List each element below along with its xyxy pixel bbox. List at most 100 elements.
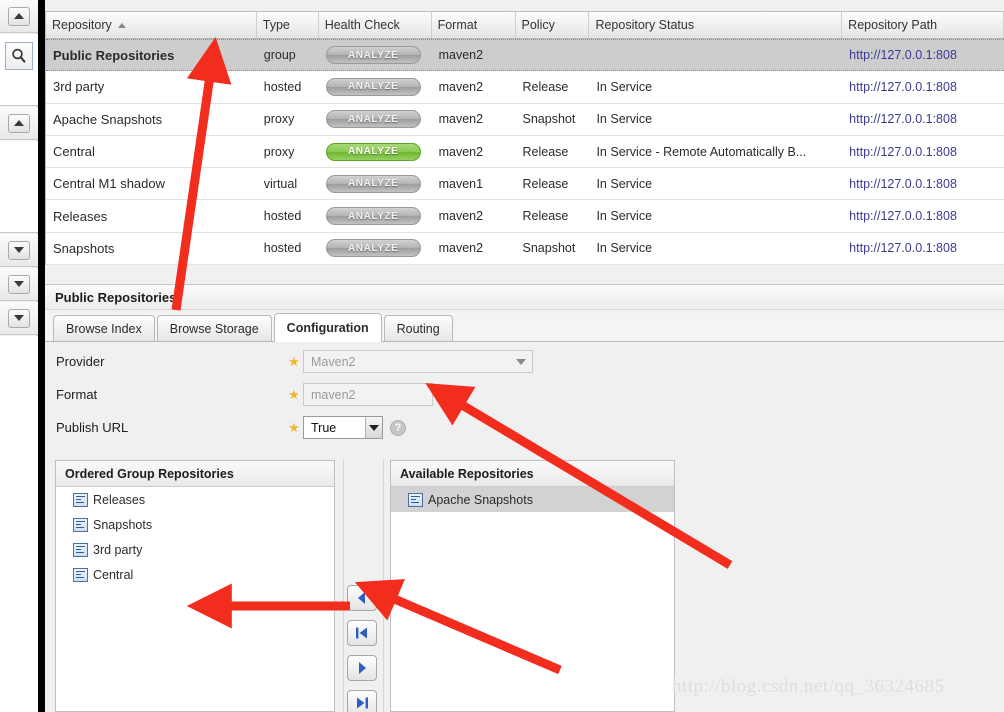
cell-health-check: ANALYZE (319, 40, 432, 70)
triangle-up-icon (14, 13, 24, 19)
analyze-button[interactable]: ANALYZE (325, 110, 421, 129)
provider-select[interactable]: Maven2 (303, 350, 533, 373)
cell-format: maven2 (438, 209, 484, 224)
rail-collapse-section-2 (0, 107, 38, 140)
move-left-button[interactable] (347, 585, 377, 611)
table-row[interactable]: Central M1 shadow virtual ANALYZE maven1 Rel… (46, 168, 1004, 201)
analyze-button[interactable]: ANALYZE (325, 77, 421, 96)
tab-configuration[interactable]: Configuration (273, 313, 382, 342)
table-row[interactable]: 3rd party hosted ANALYZE maven2 Release In Se… (46, 71, 1004, 104)
cell-type: proxy (263, 144, 295, 159)
table-row[interactable]: Public Repositories group ANALYZE maven2 htt… (46, 39, 1004, 72)
cell-type: hosted (263, 241, 302, 256)
cell-health-check: ANALYZE (319, 168, 432, 199)
cell-repository-status: In Service (596, 209, 653, 224)
provider-value: Maven2 (311, 354, 356, 369)
triangle-up-icon (14, 120, 24, 126)
table-row[interactable]: Snapshots hosted ANALYZE maven2 Snapshot In S… (46, 232, 1004, 266)
column-header-repository-path[interactable]: Repository Path (842, 12, 1004, 38)
cell-repository-status: In Service (596, 79, 653, 94)
analyze-button[interactable]: ANALYZE (325, 207, 421, 226)
column-header-type[interactable]: Type (257, 12, 319, 38)
available-repositories-title: Available Repositories (391, 461, 674, 487)
triangle-down-icon (14, 281, 24, 287)
list-item-label: Releases (93, 492, 146, 507)
tab-routing[interactable]: Routing (383, 315, 453, 341)
repository-icon (73, 542, 88, 557)
cell-health-check: ANALYZE (319, 136, 432, 167)
cell-repository-path[interactable]: http://127.0.0.1:808 (842, 200, 1004, 231)
list-item[interactable]: 3rd party (56, 537, 334, 562)
cell-format: maven2 (438, 79, 484, 94)
publish-url-select[interactable]: True (303, 416, 383, 439)
collapse-down-button-1[interactable] (8, 240, 30, 260)
list-item-label: 3rd party (93, 542, 143, 557)
available-repositories-panel: Available Repositories Apache Snapshots (390, 460, 675, 712)
column-header-health-check[interactable]: Health Check (319, 12, 432, 38)
sort-ascending-icon (117, 22, 126, 28)
tab-browse-index[interactable]: Browse Index (53, 315, 155, 341)
column-header-policy[interactable]: Policy (516, 12, 590, 38)
cell-repository-path[interactable]: http://127.0.0.1:808 (842, 71, 1004, 102)
tab-browse-storage[interactable]: Browse Storage (156, 315, 272, 341)
cell-policy: Release (522, 209, 569, 224)
analyze-button[interactable]: ANALYZE (325, 174, 421, 193)
grid-header-row: Repository Type Health Check Format Poli… (46, 12, 1004, 39)
search-icon[interactable] (5, 42, 33, 70)
cell-policy: Snapshot (522, 112, 576, 127)
form-row-provider: Provider ★ Maven2 (45, 345, 1004, 378)
transfer-button-group (347, 585, 379, 712)
cell-policy: Release (522, 79, 569, 94)
list-item[interactable]: Central (56, 562, 334, 587)
detail-tabs: Browse Index Browse Storage Configuration R… (45, 313, 1004, 342)
table-row[interactable]: Apache Snapshots proxy ANALYZE maven2 Snapsh… (46, 103, 1004, 136)
form-row-format: Format ★ maven2 (45, 378, 1004, 411)
collapse-down-button-3[interactable] (8, 308, 30, 328)
analyze-button[interactable]: ANALYZE (325, 46, 421, 65)
collapse-down-button-2[interactable] (8, 274, 30, 294)
column-header-repository-status[interactable]: Repository Status (589, 12, 843, 38)
repository-grid: Repository Type Health Check Format Poli… (45, 11, 1004, 266)
move-right-button[interactable] (347, 655, 377, 681)
chevron-down-icon (512, 352, 529, 371)
cell-format: maven1 (438, 176, 484, 191)
column-header-repository[interactable]: Repository (46, 12, 257, 38)
repository-icon (408, 492, 423, 507)
collapse-up-button-2[interactable] (8, 113, 30, 133)
repository-icon (73, 492, 88, 507)
ordered-group-repositories-title: Ordered Group Repositories (56, 461, 334, 487)
collapse-up-button-1[interactable] (8, 6, 30, 26)
cell-policy: Snapshot (522, 241, 576, 256)
table-row[interactable]: Releases hosted ANALYZE maven2 Release In Ser… (46, 200, 1004, 233)
list-item[interactable]: Snapshots (56, 512, 334, 537)
list-item[interactable]: Releases (56, 487, 334, 512)
watermark-text: http://blog.csdn.net/qq_36324685 (672, 676, 945, 697)
cell-repository-status (589, 40, 842, 70)
list-item[interactable]: Apache Snapshots (391, 487, 674, 512)
cell-repository-path[interactable]: http://127.0.0.1:808 (842, 136, 1004, 167)
rail-collapse-section-5 (0, 302, 38, 335)
cell-repository-status: In Service - Remote Automatically B... (596, 144, 807, 159)
cell-type: group (263, 48, 296, 63)
format-input[interactable]: maven2 (303, 383, 433, 406)
move-all-right-button[interactable] (347, 690, 377, 712)
cell-repository-path[interactable]: http://127.0.0.1:808 (842, 168, 1004, 199)
cell-repository-path[interactable]: http://127.0.0.1:808 (842, 40, 1004, 70)
format-label: Format (56, 387, 98, 402)
move-all-left-button[interactable] (347, 620, 377, 646)
cell-format: maven2 (438, 112, 484, 127)
cell-type: hosted (263, 79, 302, 94)
cell-repository-path[interactable]: http://127.0.0.1:808 (842, 233, 1004, 264)
analyze-button[interactable]: ANALYZE (325, 142, 421, 161)
analyze-button[interactable]: ANALYZE (325, 239, 421, 258)
transfer-divider-left (343, 460, 344, 712)
rail-bottom-blank (0, 336, 38, 712)
available-repositories-list: Apache Snapshots (391, 487, 674, 512)
column-header-repository-label: Repository (52, 18, 112, 32)
table-row[interactable]: Central proxy ANALYZE maven2 Release In Servi… (46, 135, 1004, 169)
cell-health-check: ANALYZE (319, 233, 432, 264)
cell-repository-path[interactable]: http://127.0.0.1:808 (842, 104, 1004, 135)
column-header-format[interactable]: Format (432, 12, 516, 38)
list-item-label: Apache Snapshots (428, 492, 533, 507)
help-icon[interactable]: ? (390, 419, 406, 436)
